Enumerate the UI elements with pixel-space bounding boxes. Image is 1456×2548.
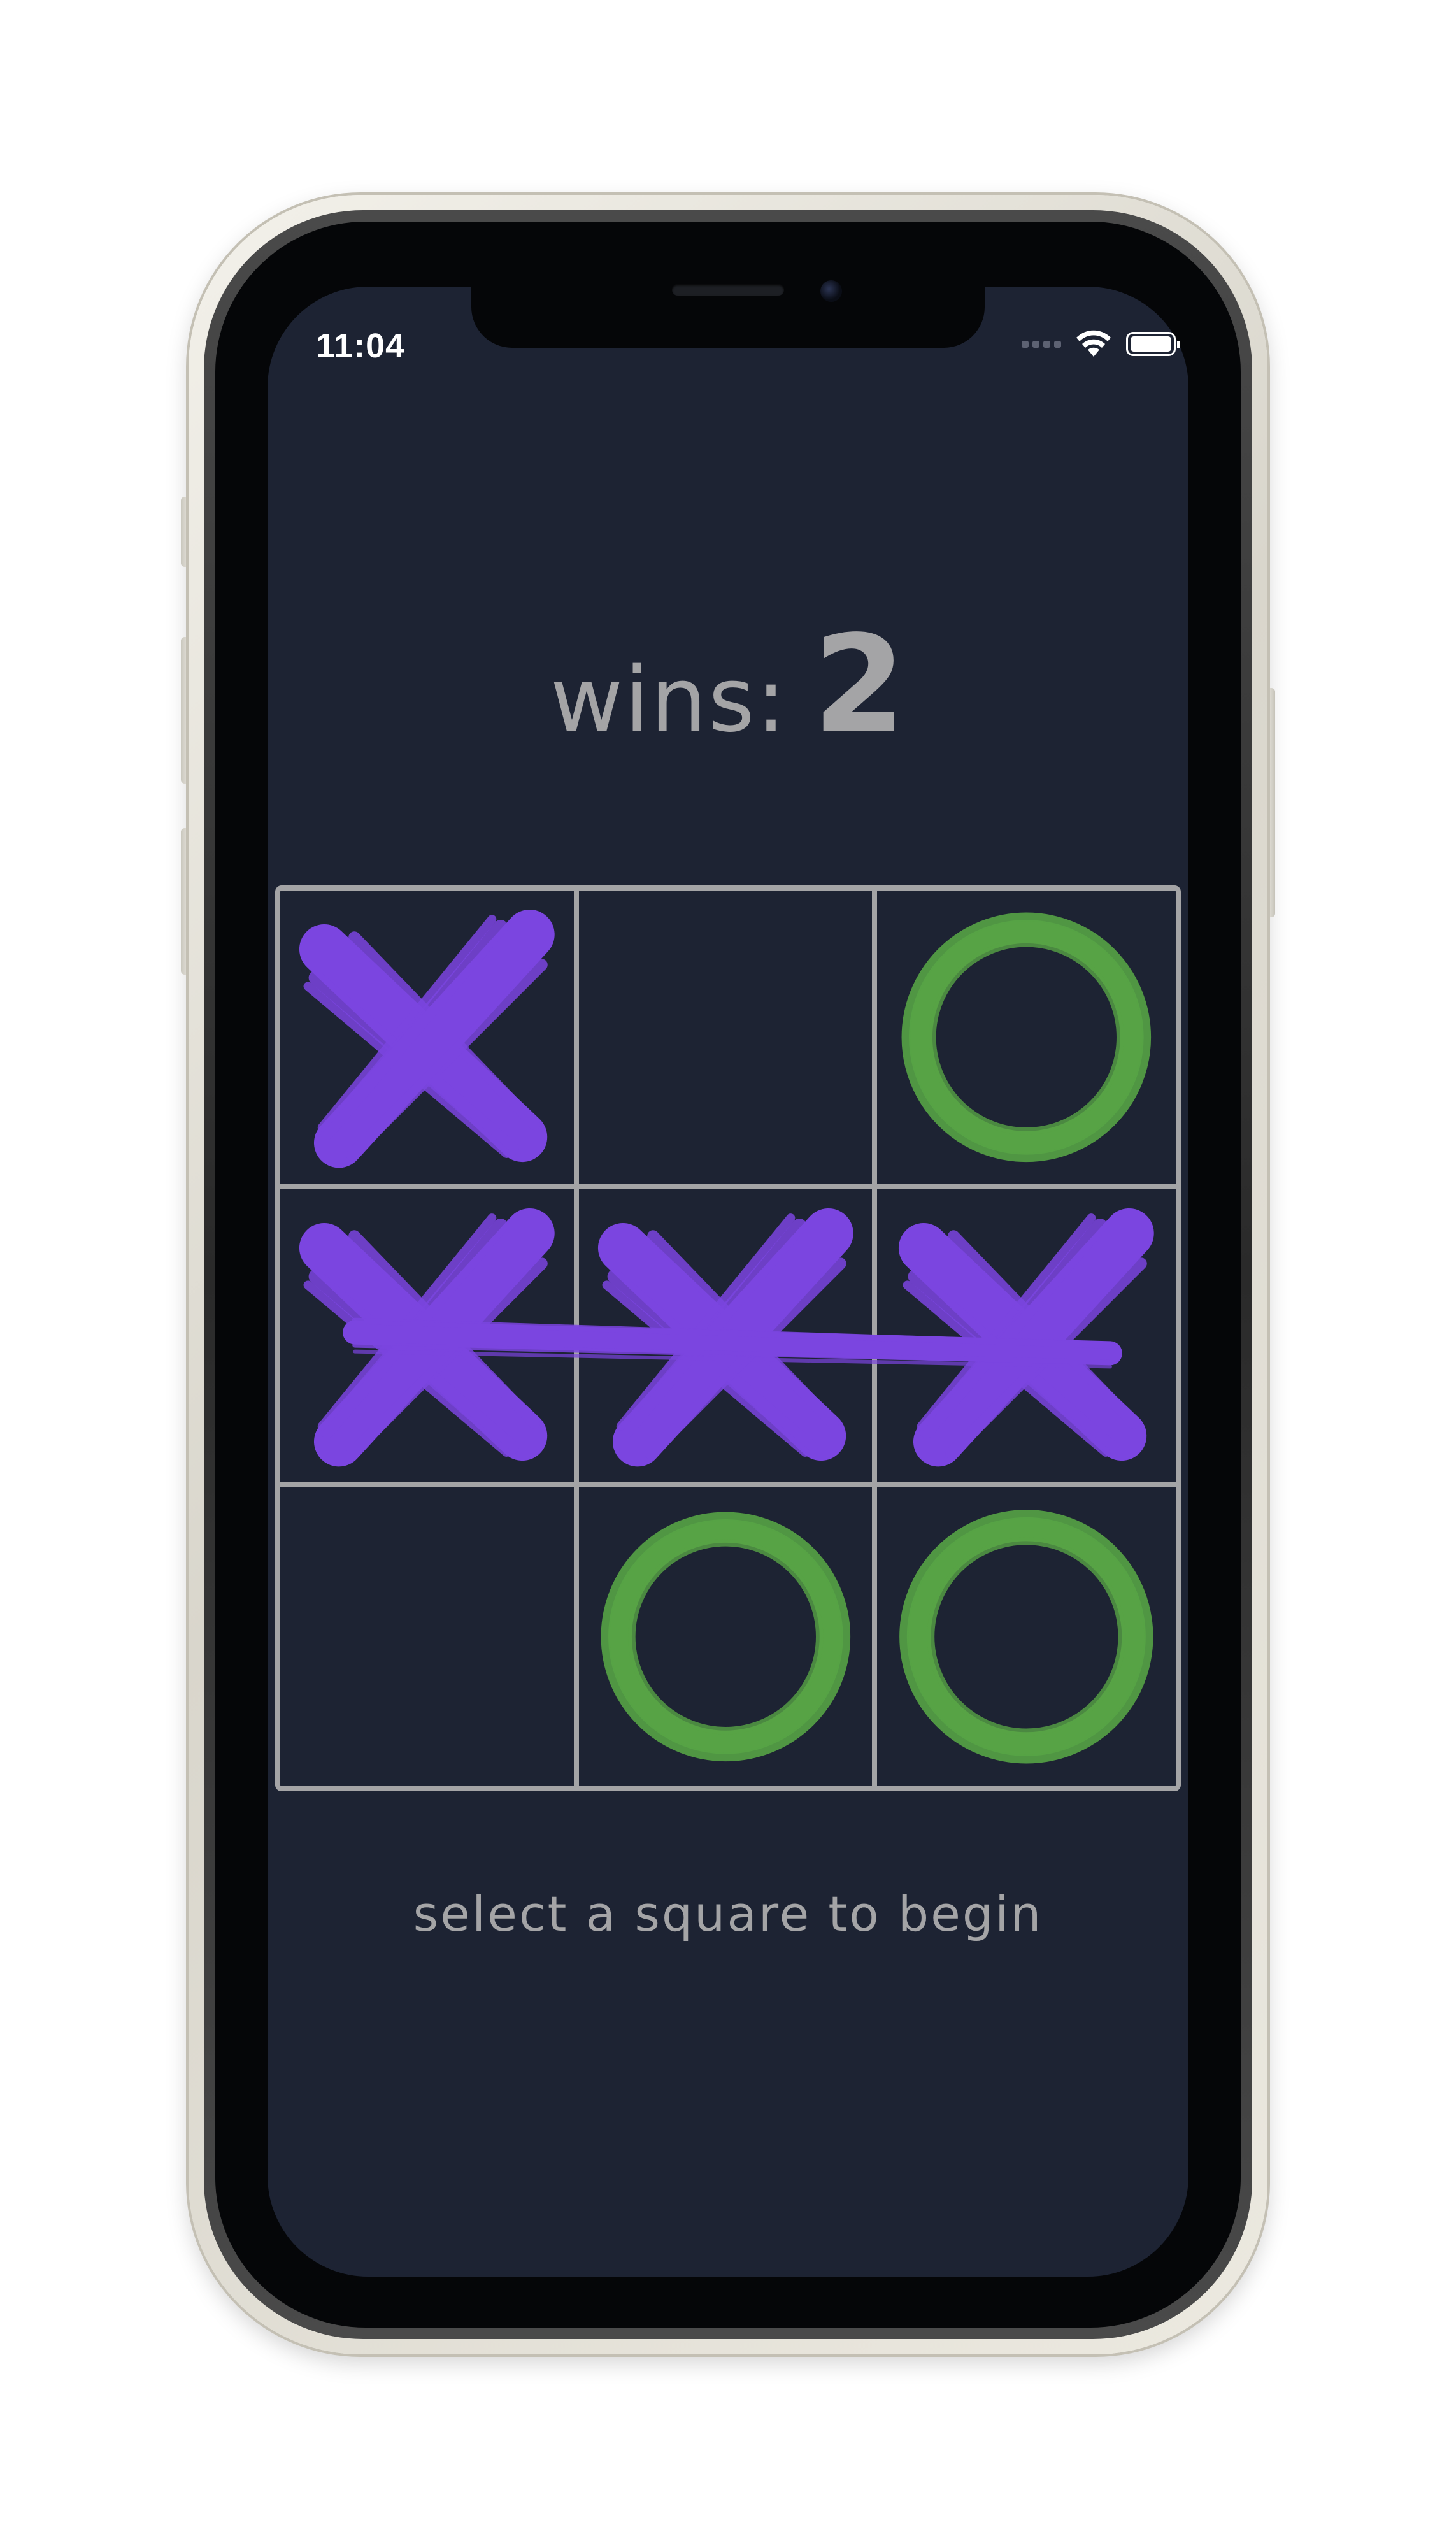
- cellular-signal-icon: [1022, 340, 1061, 348]
- board-cell-7[interactable]: [280, 1487, 579, 1786]
- brush-o-mark-icon: [901, 912, 1152, 1163]
- brush-x-mark-icon: [597, 1208, 853, 1466]
- status-icons: [1022, 330, 1180, 358]
- game-board: [275, 885, 1181, 1791]
- board-cell-2[interactable]: [578, 891, 878, 1189]
- battery-icon: [1126, 332, 1180, 356]
- page: 11:04 wins: 2 select a square to begin: [0, 0, 1456, 2548]
- wins-label: wins:: [550, 648, 788, 752]
- board-cell-4[interactable]: [280, 1189, 579, 1488]
- wins-display: wins: 2: [268, 606, 1188, 762]
- board-cell-3[interactable]: [877, 891, 1176, 1189]
- front-camera: [820, 280, 842, 302]
- wins-count: 2: [813, 606, 906, 762]
- board-cell-8[interactable]: [579, 1487, 878, 1786]
- wifi-icon: [1076, 330, 1111, 357]
- game-prompt: select a square to begin: [413, 1886, 1043, 1942]
- brush-x-mark-icon: [299, 1208, 555, 1466]
- speaker-grille: [672, 284, 784, 296]
- board-cell-5[interactable]: [578, 1189, 878, 1488]
- board-cell-6[interactable]: [877, 1189, 1176, 1488]
- brush-o-mark-icon: [601, 1512, 850, 1762]
- brush-o-mark-icon: [899, 1510, 1153, 1764]
- brush-x-mark-icon: [299, 909, 555, 1168]
- board-cell-1[interactable]: [280, 891, 579, 1189]
- brush-x-mark-icon: [899, 1208, 1155, 1466]
- status-time: 11:04: [316, 327, 406, 365]
- board-cell-9[interactable]: [877, 1487, 1176, 1786]
